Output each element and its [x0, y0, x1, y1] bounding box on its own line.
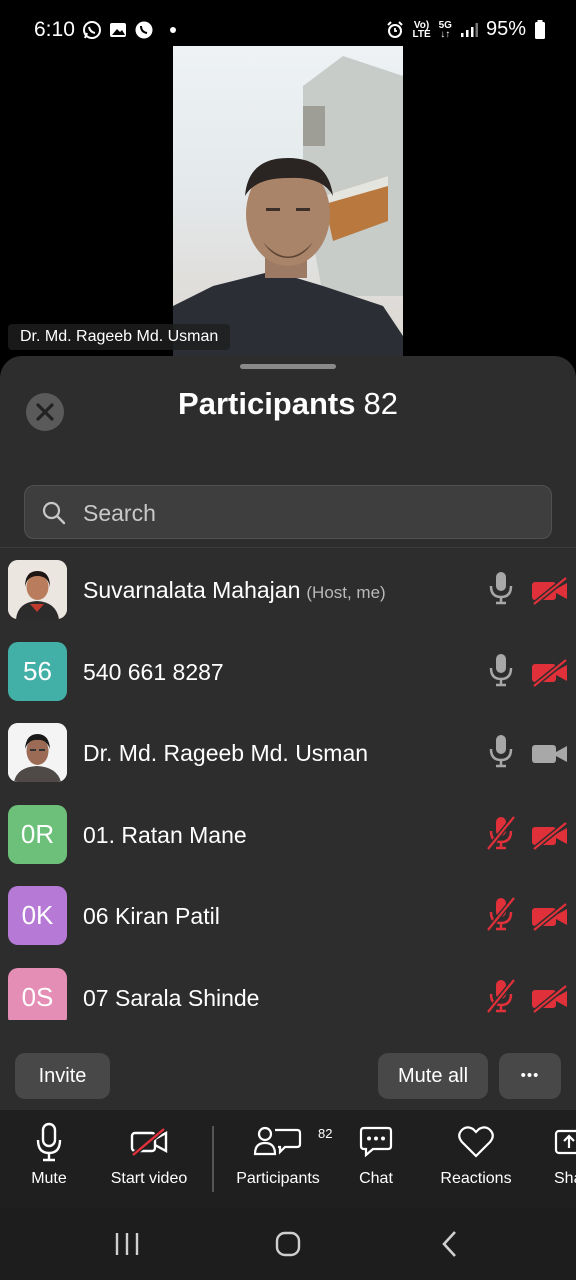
video-off-icon — [130, 1127, 168, 1157]
avatar: 0S — [8, 967, 67, 1020]
participant-row[interactable]: Dr. Md. Rageeb Md. Usman — [0, 711, 576, 793]
start-video-button[interactable]: Start video — [94, 1122, 204, 1188]
search-input[interactable] — [81, 496, 525, 530]
avatar-photo-icon — [8, 560, 67, 619]
participants-button[interactable]: Participants — [223, 1122, 333, 1188]
video-off-icon[interactable] — [530, 576, 570, 606]
participants-icon — [253, 1126, 302, 1156]
notification-icons — [82, 20, 176, 40]
reactions-label: Reactions — [440, 1170, 512, 1187]
participant-row[interactable]: 0R 01. Ratan Mane — [0, 793, 576, 875]
participant-list[interactable]: Suvarnalata Mahajan (Host, me) 56 540 661… — [0, 548, 576, 1020]
chat-label: Chat — [359, 1170, 393, 1187]
video-off-icon[interactable] — [530, 902, 570, 932]
mic-off-icon[interactable] — [486, 814, 516, 851]
toolbar-divider — [212, 1126, 214, 1192]
whatsapp-icon — [83, 21, 101, 39]
avatar — [8, 723, 67, 782]
participant-row[interactable]: 56 540 661 8287 — [0, 630, 576, 712]
mic-on-icon[interactable] — [486, 570, 516, 606]
participant-actions: Invite Mute all ••• — [0, 1020, 576, 1110]
participant-name: 01. Ratan Mane — [83, 821, 247, 848]
battery-icon — [535, 19, 545, 39]
gallery-icon — [110, 23, 126, 37]
video-off-icon[interactable] — [530, 820, 570, 851]
host-tag: (Host, me) — [306, 583, 386, 602]
avatar: 0R — [8, 804, 67, 864]
participants-panel: Participants82 Suvarnalata Mahajan(Host,… — [0, 356, 576, 1108]
avatar: 56 — [8, 641, 67, 701]
search-box[interactable] — [24, 485, 552, 539]
avatar: 0K — [8, 886, 67, 945]
participants-label: Participants — [236, 1170, 320, 1187]
video-on-icon[interactable] — [530, 739, 570, 769]
chat-icon — [359, 1126, 393, 1158]
viber-icon — [135, 21, 153, 39]
active-speaker-video[interactable]: Dr. Md. Rageeb Md. Usman — [0, 46, 576, 358]
share-icon — [554, 1129, 576, 1155]
video-off-icon[interactable] — [530, 657, 570, 688]
volte-icon: Vo) LTE — [412, 19, 431, 40]
avatar — [8, 560, 67, 619]
mic-on-icon[interactable] — [486, 733, 516, 769]
participant-name: Dr. Md. Rageeb Md. Usman — [83, 740, 369, 766]
battery-percent: 95% — [485, 18, 526, 40]
notification-dot-icon — [170, 27, 176, 33]
participant-name: 540 661 8287 — [83, 658, 224, 685]
mic-on-icon[interactable] — [486, 652, 516, 688]
participant-row[interactable]: 0K 06 Kiran Patil — [0, 874, 576, 956]
mic-off-icon[interactable] — [486, 977, 516, 1014]
participant-name: 06 Kiran Patil — [83, 903, 220, 929]
participant-name: 07 Sarala Shinde — [83, 984, 260, 1011]
back-icon[interactable] — [440, 1230, 460, 1258]
panel-title: Participants 82 — [0, 386, 576, 422]
share-label: Sha — [554, 1170, 576, 1187]
participant-count: 82 — [363, 386, 398, 421]
share-button[interactable]: Sha — [521, 1122, 576, 1188]
invite-button[interactable]: Invite — [15, 1053, 110, 1099]
speaker-name-label: Dr. Md. Rageeb Md. Usman — [8, 324, 231, 350]
meeting-toolbar: Mute Start video Participants 82 Chat Re… — [0, 1110, 576, 1208]
chat-button[interactable]: Chat — [321, 1122, 431, 1188]
mute-button[interactable]: Mute — [0, 1122, 104, 1188]
video-feed — [173, 46, 403, 358]
recent-apps-icon[interactable] — [114, 1232, 140, 1256]
status-right: Vo) LTE 5G ↓↑ 95% — [386, 18, 546, 41]
speaker-video-image — [173, 56, 403, 358]
start-video-label: Start video — [110, 1170, 188, 1187]
panel-title-text: Participants — [178, 386, 356, 421]
drag-handle[interactable] — [240, 364, 336, 369]
video-off-icon[interactable] — [530, 983, 570, 1014]
alarm-icon — [387, 20, 404, 38]
mute-label: Mute — [31, 1170, 67, 1187]
more-options-button[interactable]: ••• — [499, 1053, 561, 1099]
home-icon[interactable] — [274, 1230, 302, 1258]
status-time: 6:10 — [34, 18, 75, 41]
participant-row[interactable]: 0S 07 Sarala Shinde — [0, 956, 576, 1020]
mute-all-button[interactable]: Mute all — [378, 1053, 488, 1099]
signal-icon — [460, 22, 478, 37]
reactions-button[interactable]: Reactions — [421, 1122, 531, 1188]
mic-icon — [36, 1122, 62, 1162]
participant-name: Suvarnalata Mahajan (Host, me) — [83, 577, 386, 603]
mic-off-icon[interactable] — [486, 896, 516, 932]
avatar-photo-icon — [8, 723, 67, 782]
participant-row[interactable]: Suvarnalata Mahajan (Host, me) — [0, 548, 576, 630]
heart-icon — [458, 1126, 494, 1158]
system-navigation-bar — [0, 1208, 576, 1280]
5g-icon: 5G ↓↑ — [438, 19, 452, 40]
search-icon — [42, 501, 66, 525]
